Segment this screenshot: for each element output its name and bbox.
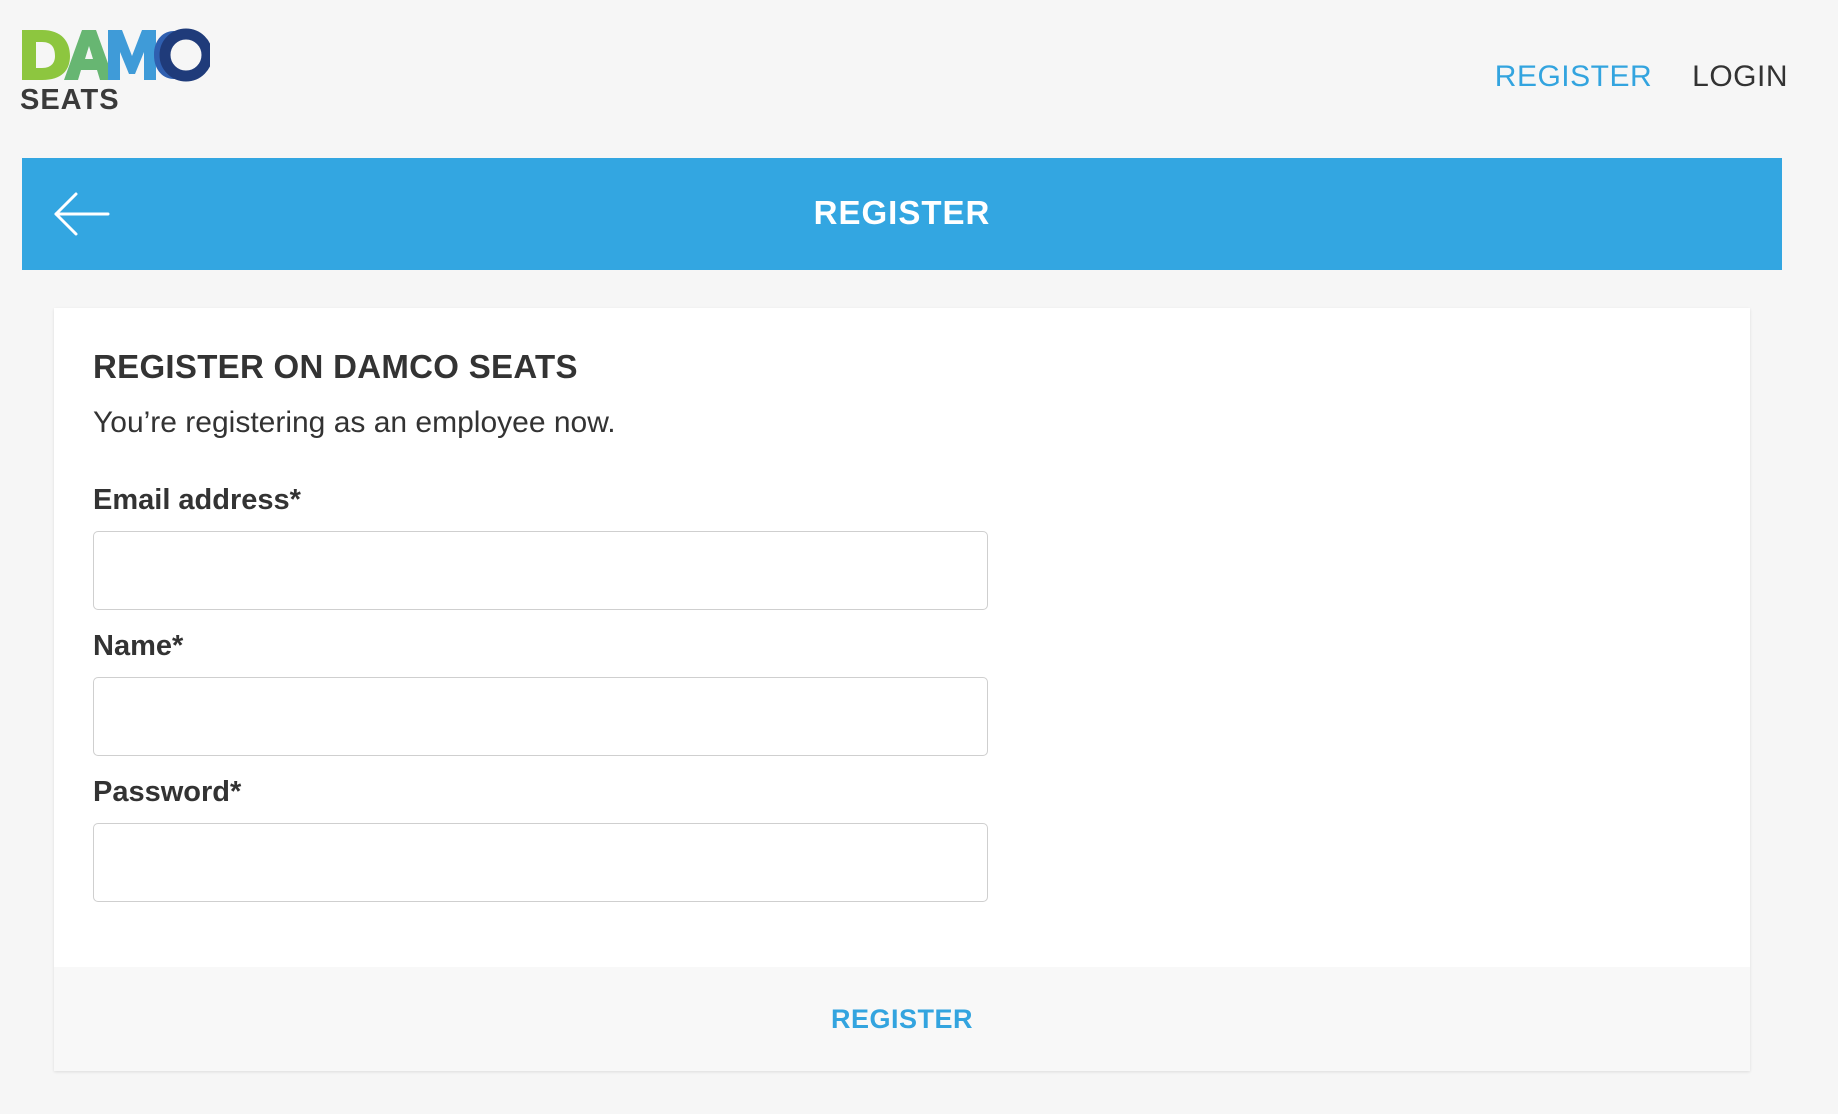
- damco-logo-mark: [22, 28, 210, 82]
- name-field-group: Name*: [93, 630, 993, 756]
- password-input[interactable]: [93, 823, 988, 902]
- form-subtitle: You’re registering as an employee now.: [93, 406, 616, 439]
- email-field-group: Email address*: [93, 484, 993, 610]
- email-input[interactable]: [93, 531, 988, 610]
- damco-seats-logo[interactable]: SEATS: [20, 26, 220, 126]
- register-form: REGISTER ON DAMCO SEATS You’re registeri…: [93, 348, 993, 902]
- top-nav: REGISTER LOGIN: [1495, 60, 1788, 94]
- form-heading: REGISTER ON DAMCO SEATS: [93, 348, 578, 385]
- card-footer: REGISTER: [54, 967, 1750, 1071]
- name-input[interactable]: [93, 677, 988, 756]
- logo-seats-text: SEATS: [20, 84, 120, 116]
- page: SEATS REGISTER LOGIN REGISTER REGISTER O…: [0, 0, 1838, 1114]
- name-label: Name*: [93, 630, 184, 662]
- title-bar: REGISTER: [22, 158, 1782, 270]
- nav-register-link[interactable]: REGISTER: [1495, 60, 1652, 94]
- register-submit-button[interactable]: REGISTER: [825, 1003, 979, 1036]
- page-title: REGISTER: [813, 194, 991, 231]
- password-label: Password*: [93, 776, 242, 808]
- password-field-group: Password*: [93, 776, 993, 902]
- register-card: REGISTER ON DAMCO SEATS You’re registeri…: [54, 308, 1750, 1071]
- email-label: Email address*: [93, 484, 301, 516]
- nav-login-link[interactable]: LOGIN: [1692, 60, 1788, 94]
